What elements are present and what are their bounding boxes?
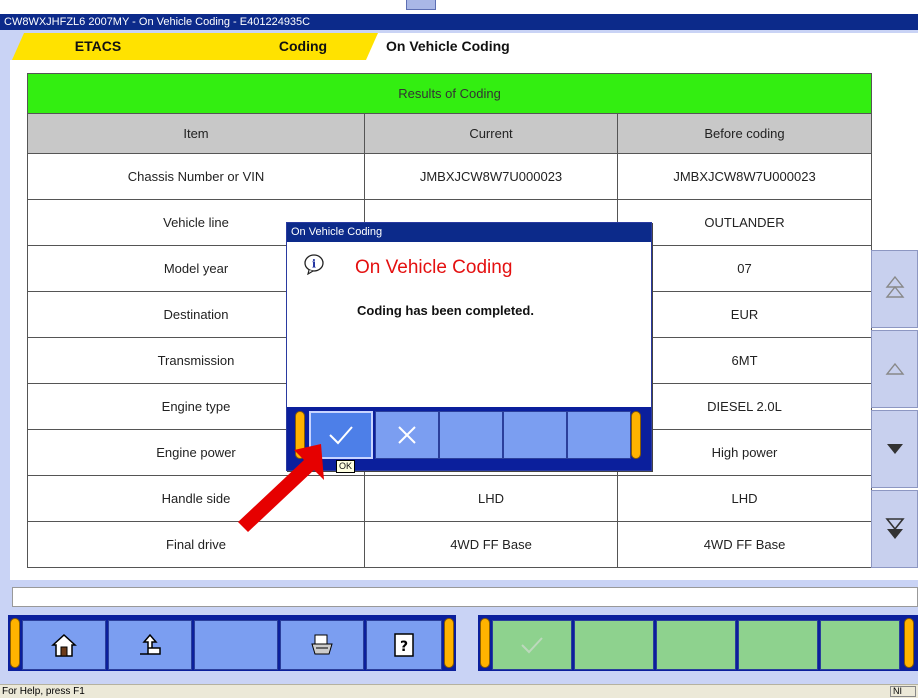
message-bar <box>12 587 918 607</box>
coding-complete-dialog: On Vehicle Coding i On Vehicle Coding Co… <box>286 222 652 471</box>
toolbar-green-button-3[interactable] <box>656 620 736 670</box>
window-title: CW8WXJHFZL6 2007MY - On Vehicle Coding -… <box>0 14 918 30</box>
table-row: Final drive 4WD FF Base 4WD FF Base <box>27 521 873 568</box>
toolbar-right-end-cap <box>480 618 490 668</box>
home-icon <box>51 633 77 657</box>
checkmark-icon <box>521 637 543 654</box>
cell-before: OUTLANDER <box>616 199 873 246</box>
page-down-button[interactable] <box>871 490 918 568</box>
double-chevron-down-icon <box>884 518 905 539</box>
svg-text:?: ? <box>400 639 408 655</box>
table-row: Chassis Number or VIN JMBXJCW8W7U000023 … <box>27 153 873 200</box>
table-row: Handle side LHD LHD <box>27 475 873 522</box>
close-icon <box>398 426 416 444</box>
scroll-down-button[interactable] <box>871 410 918 488</box>
results-header-row: Item Current Before coding <box>27 113 873 154</box>
double-chevron-up-icon <box>885 275 904 298</box>
cell-before: 07 <box>616 245 873 292</box>
confirm-button-disabled[interactable] <box>492 620 572 670</box>
cell-current: 4WD FF Base <box>364 521 618 568</box>
ok-tooltip: OK <box>336 460 356 473</box>
cell-current: JMBXJCW8W7U000023 <box>364 153 618 200</box>
column-header-before-coding: Before coding <box>616 113 873 154</box>
cell-before: High power <box>616 429 873 476</box>
dialog-heading: On Vehicle Coding <box>355 257 513 278</box>
page-up-button[interactable] <box>871 250 918 328</box>
tab-coding[interactable]: Coding <box>195 33 379 60</box>
results-caption: Results of Coding <box>26 73 873 114</box>
tab-on-vehicle-coding-label: On Vehicle Coding <box>386 38 510 54</box>
home-button[interactable] <box>22 620 106 670</box>
scroll-controls <box>871 250 918 600</box>
cell-before: DIESEL 2.0L <box>616 383 873 430</box>
cell-current: LHD <box>364 475 618 522</box>
results-caption-row: Results of Coding <box>26 73 873 114</box>
print-button[interactable] <box>280 620 364 670</box>
dialog-right-end-cap <box>631 411 641 459</box>
tab-etacs-label: ETACS <box>74 38 122 54</box>
toolbar-left-group: ? <box>8 615 456 671</box>
cancel-button[interactable] <box>375 411 439 459</box>
status-bar: For Help, press F1 NI <box>0 684 918 698</box>
status-indicator: NI <box>890 686 916 697</box>
dialog-message: Coding has been completed. <box>357 303 534 318</box>
toolbar-left-end-cap <box>10 618 20 668</box>
back-button[interactable] <box>108 620 192 670</box>
toolbar-green-button-2[interactable] <box>574 620 654 670</box>
scroll-up-button[interactable] <box>871 330 918 408</box>
dialog-empty-button-1[interactable] <box>439 411 503 459</box>
cell-before: 4WD FF Base <box>616 521 873 568</box>
top-strip <box>0 0 918 14</box>
breadcrumb: ETACS Coding On Vehicle Coding <box>0 30 918 60</box>
column-header-item: Item <box>27 113 365 154</box>
help-hint: For Help, press F1 <box>2 686 85 697</box>
toolbar-right-group <box>478 615 918 671</box>
tab-etacs[interactable]: ETACS <box>12 33 208 60</box>
bottom-toolbar: ? <box>0 612 918 674</box>
info-icon: i <box>304 254 324 275</box>
dialog-empty-button-3[interactable] <box>567 411 631 459</box>
tab-coding-label: Coding <box>278 38 328 54</box>
toolbar-green-button-4[interactable] <box>738 620 818 670</box>
toolbar-empty-button-1[interactable] <box>194 620 278 670</box>
bottom-strip <box>0 674 918 684</box>
dialog-empty-button-2[interactable] <box>503 411 567 459</box>
toolbar-green-button-5[interactable] <box>820 620 900 670</box>
toolbar-right-end-cap-right <box>904 618 914 668</box>
help-icon: ? <box>394 633 414 657</box>
chevron-down-icon <box>886 444 903 454</box>
cell-before: 6MT <box>616 337 873 384</box>
cell-before: LHD <box>616 475 873 522</box>
svg-text:i: i <box>312 258 316 271</box>
annotation-arrow <box>238 444 324 532</box>
toolbar-left-end-cap-right <box>444 618 454 668</box>
dialog-title: On Vehicle Coding <box>287 223 651 242</box>
column-header-current: Current <box>364 113 618 154</box>
top-drag-tab[interactable] <box>406 0 436 10</box>
cell-before: JMBXJCW8W7U000023 <box>616 153 873 200</box>
chevron-up-icon <box>885 362 904 375</box>
help-button[interactable]: ? <box>366 620 442 670</box>
cell-before: EUR <box>616 291 873 338</box>
tab-on-vehicle-coding: On Vehicle Coding <box>366 33 918 60</box>
cell-item: Chassis Number or VIN <box>27 153 365 200</box>
back-arrow-icon <box>140 633 161 655</box>
printer-icon <box>311 634 333 655</box>
